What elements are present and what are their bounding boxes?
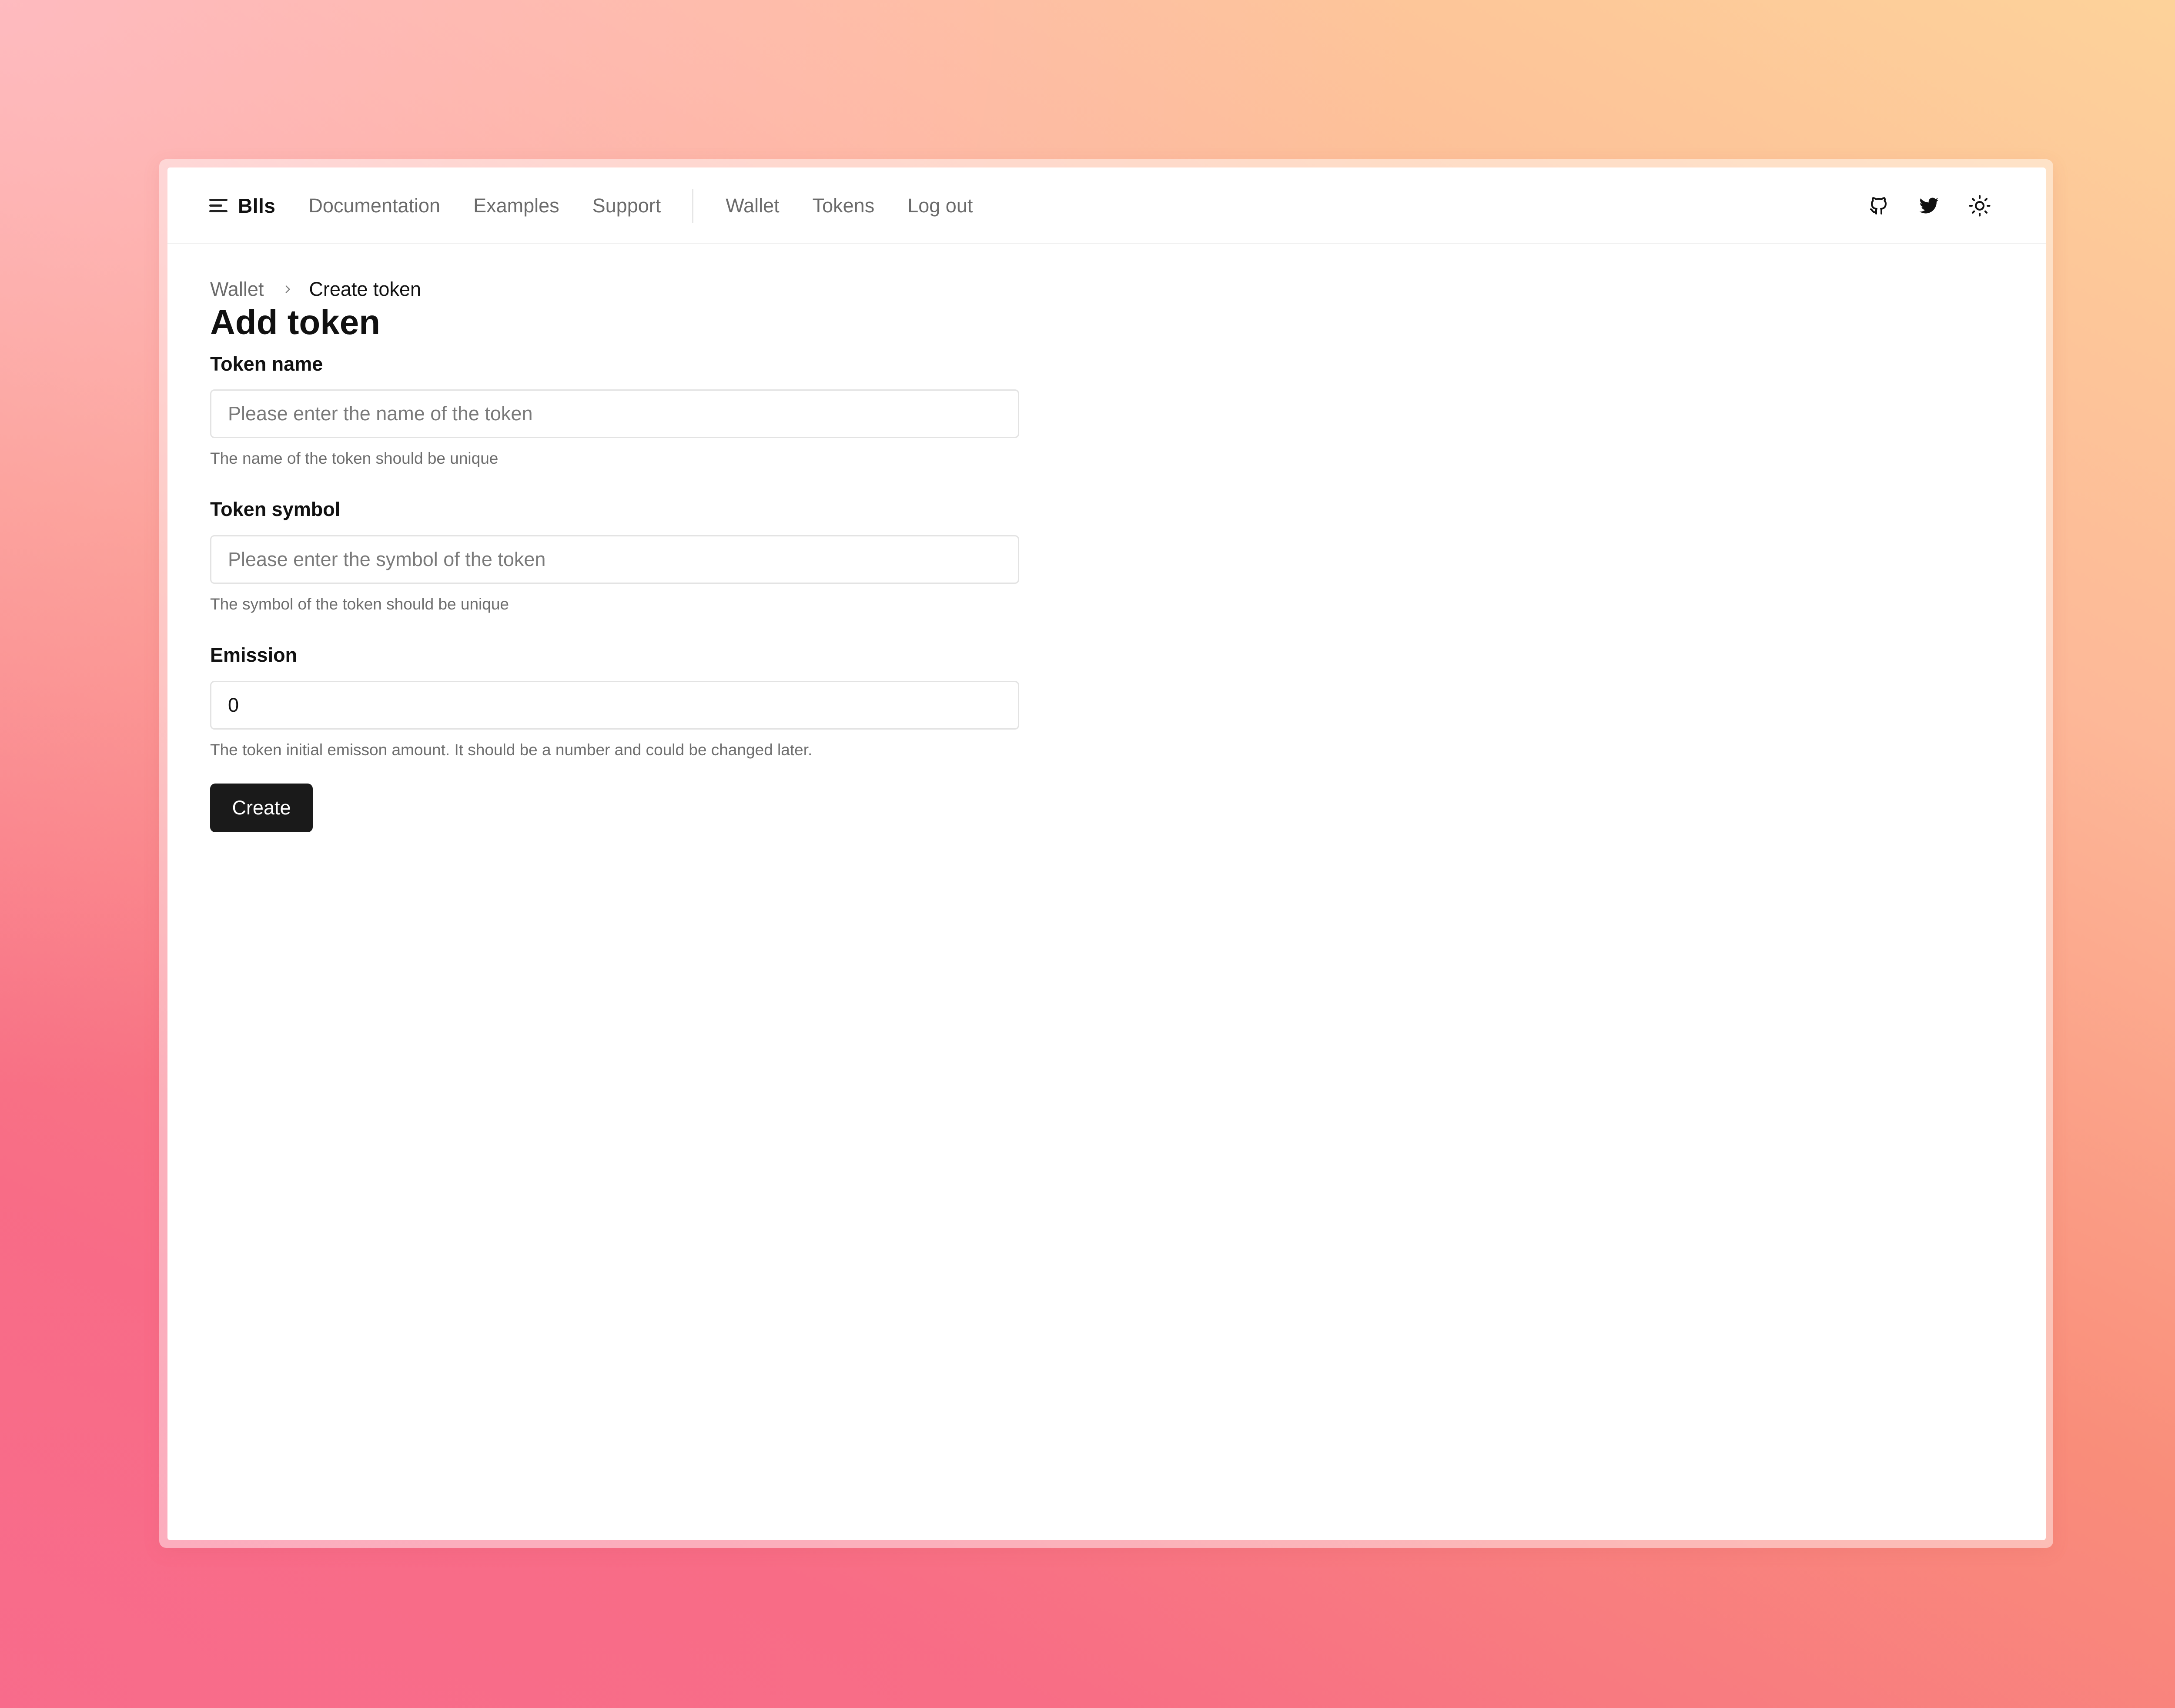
app-window: Blls Documentation Examples Support Wall… xyxy=(167,167,2046,1540)
nav-link-examples[interactable]: Examples xyxy=(473,194,559,217)
emission-input[interactable] xyxy=(210,681,1019,730)
nav-link-log-out[interactable]: Log out xyxy=(907,194,973,217)
brand-logo[interactable]: Blls xyxy=(238,194,275,218)
menu-icon[interactable] xyxy=(209,197,228,214)
token-name-label: Token name xyxy=(210,353,323,375)
twitter-icon[interactable] xyxy=(1915,192,1943,220)
chevron-right-icon xyxy=(282,283,293,296)
token-name-help: The name of the token should be unique xyxy=(210,449,499,467)
emission-help: The token initial emisson amount. It sho… xyxy=(210,741,813,759)
nav-link-tokens[interactable]: Tokens xyxy=(813,194,875,217)
breadcrumb-current: Create token xyxy=(309,278,422,300)
token-symbol-help: The symbol of the token should be unique xyxy=(210,595,509,613)
top-navigation-bar: Blls Documentation Examples Support Wall… xyxy=(167,167,2046,244)
nav-link-wallet[interactable]: Wallet xyxy=(726,194,779,217)
nav-link-documentation[interactable]: Documentation xyxy=(308,194,440,217)
token-name-input[interactable] xyxy=(210,389,1019,438)
page-title: Add token xyxy=(210,303,381,342)
nav-divider xyxy=(692,189,694,223)
token-symbol-label: Token symbol xyxy=(210,498,341,520)
main-nav: Blls Documentation Examples Support Wall… xyxy=(209,167,1006,244)
token-symbol-input[interactable] xyxy=(210,535,1019,584)
header-icon-group xyxy=(1865,167,1994,244)
breadcrumb-link-wallet[interactable]: Wallet xyxy=(210,278,264,301)
nav-link-support[interactable]: Support xyxy=(592,194,661,217)
breadcrumb: Wallet Create token xyxy=(210,278,421,301)
sun-icon[interactable] xyxy=(1966,192,1994,220)
github-icon[interactable] xyxy=(1865,192,1893,220)
create-button[interactable]: Create xyxy=(210,784,313,832)
emission-label: Emission xyxy=(210,644,298,666)
